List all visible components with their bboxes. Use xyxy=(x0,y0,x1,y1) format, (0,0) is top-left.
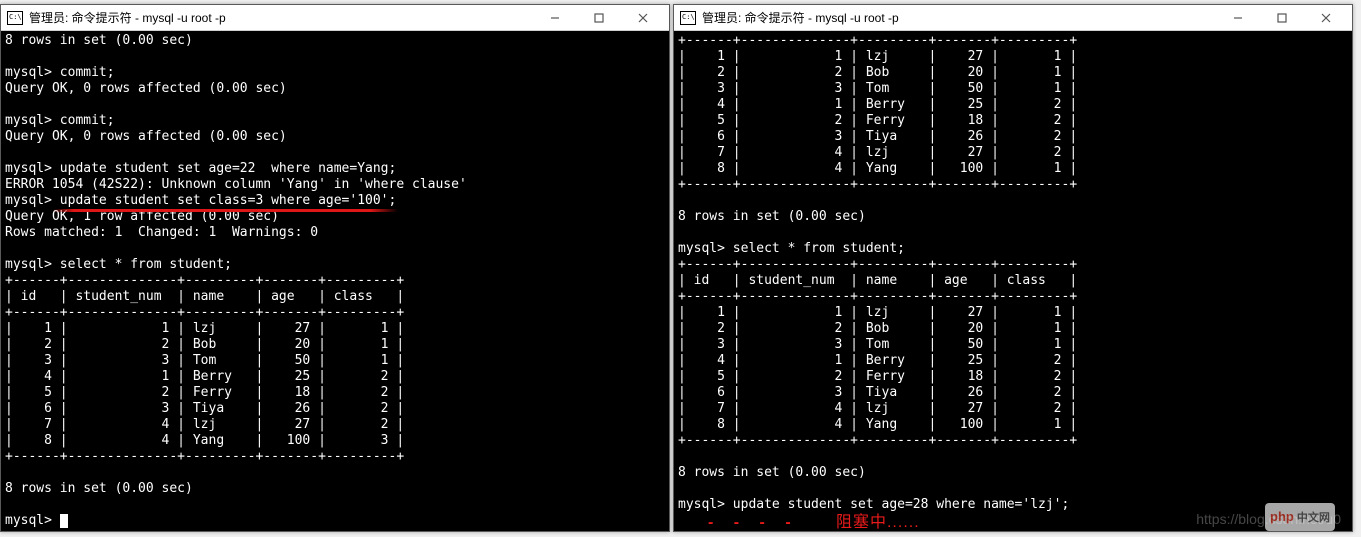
close-button[interactable] xyxy=(621,5,665,31)
annotation-underline xyxy=(53,209,398,212)
terminal-output-right[interactable]: +------+--------------+---------+-------… xyxy=(674,31,1352,531)
title-controls-right xyxy=(1216,5,1348,30)
cmd-icon xyxy=(7,11,23,25)
minimize-button[interactable] xyxy=(1216,5,1260,31)
close-button[interactable] xyxy=(1304,5,1348,31)
title-controls-left xyxy=(533,5,665,30)
cursor xyxy=(60,514,68,528)
blocking-annotation: - - - - 阻塞中...... xyxy=(678,513,1348,531)
maximize-button[interactable] xyxy=(1260,5,1304,31)
minimize-button[interactable] xyxy=(533,5,577,31)
cmd-window-left: 管理员: 命令提示符 - mysql -u root -p 8 rows in … xyxy=(0,4,670,532)
maximize-button[interactable] xyxy=(577,5,621,31)
terminal-output-left[interactable]: 8 rows in set (0.00 sec) mysql> commit; … xyxy=(1,31,669,531)
titlebar-right[interactable]: 管理员: 命令提示符 - mysql -u root -p xyxy=(674,5,1352,31)
window-title-left: 管理员: 命令提示符 - mysql -u root -p xyxy=(29,9,533,26)
window-title-right: 管理员: 命令提示符 - mysql -u root -p xyxy=(702,9,1216,26)
titlebar-left[interactable]: 管理员: 命令提示符 - mysql -u root -p xyxy=(1,5,669,31)
cmd-icon xyxy=(680,11,696,25)
cmd-window-right: 管理员: 命令提示符 - mysql -u root -p +------+--… xyxy=(673,4,1353,532)
